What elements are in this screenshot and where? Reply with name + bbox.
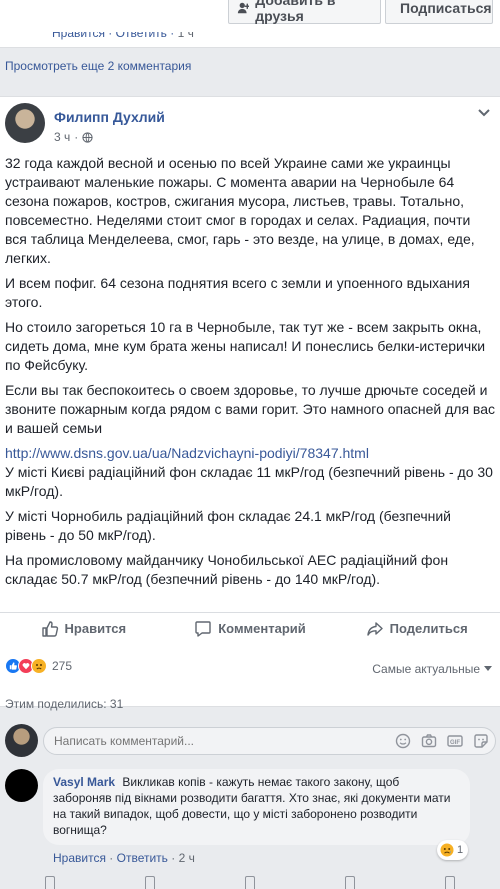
prev-time: 1 ч (177, 26, 194, 40)
comment-input[interactable] (54, 728, 374, 754)
comment-label: Комментарий (218, 621, 306, 636)
camera-icon[interactable] (421, 733, 437, 749)
comment-button[interactable]: Комментарий (167, 613, 334, 644)
next-content-peek (0, 876, 500, 889)
view-more-comments-link[interactable]: Просмотреть еще 2 комментария (5, 59, 191, 73)
post-actions: Нравится Комментарий Поделиться (0, 612, 500, 644)
svg-text:GIF: GIF (450, 740, 460, 746)
sad-reaction-icon (31, 658, 47, 674)
thumbs-up-icon (41, 620, 58, 637)
post-body: 32 года каждой весной и осенью по всей У… (5, 154, 495, 595)
cut-icon (145, 876, 155, 889)
follow-label: Подписаться (400, 0, 492, 16)
like-label: Нравится (64, 621, 127, 636)
commenter-avatar[interactable] (5, 769, 38, 802)
author-name[interactable]: Филипп Духлий (54, 109, 165, 125)
comment-reaction-badge[interactable]: 1 (437, 840, 469, 860)
commenter-name[interactable]: Vasyl Mark (53, 775, 115, 789)
comment-composer: GIF (43, 727, 496, 755)
shares-count-link[interactable]: Этим поделились: 31 (5, 697, 123, 711)
sort-label: Самые актуальные (372, 662, 480, 676)
post-paragraph: И всем пофиг. 64 сезона поднятия всего с… (5, 275, 470, 310)
cut-icon (45, 876, 55, 889)
prev-like-link[interactable]: Нравится (52, 32, 105, 40)
cut-icon (445, 876, 455, 889)
post-paragraph: 32 года каждой весной и осенью по всей У… (5, 155, 475, 266)
prev-reply-link[interactable]: Ответить (116, 32, 167, 40)
post-paragraph: Если вы так беспокоитесь о своем здоровь… (5, 382, 495, 436)
sad-reaction-icon (440, 843, 454, 857)
caret-down-icon (484, 666, 492, 671)
gif-icon[interactable]: GIF (447, 733, 463, 749)
composer-tools: GIF (395, 733, 489, 749)
chevron-down-icon[interactable] (478, 109, 490, 117)
npp-radiation-text: На промисловому майданчику Чонобильської… (5, 552, 449, 587)
follow-button[interactable]: Подписаться (385, 0, 493, 24)
page: Добавить в друзья Подписаться Нравится ·… (0, 0, 500, 889)
cut-icon (245, 876, 255, 889)
my-avatar (5, 724, 38, 757)
post-link-block: http://www.dsns.gov.ua/ua/Nadzvichayni-p… (5, 444, 495, 501)
chornobyl-radiation-text: У місті Чорнобиль радіаційний фон склада… (5, 508, 451, 543)
dsns-link[interactable]: http://www.dsns.gov.ua/ua/Nadzvichayni-p… (5, 445, 369, 461)
sticker-icon[interactable] (473, 733, 489, 749)
comment-time[interactable]: 2 ч (179, 851, 195, 865)
author-avatar[interactable] (5, 103, 45, 143)
globe-icon (82, 131, 93, 143)
emoji-icon[interactable] (395, 733, 411, 749)
like-button[interactable]: Нравится (0, 613, 167, 644)
add-friend-icon (237, 2, 250, 14)
add-friend-label: Добавить в друзья (255, 0, 336, 24)
share-label: Поделиться (389, 621, 468, 636)
comment-icon (195, 620, 211, 637)
post-time[interactable]: 3 ч (54, 130, 70, 144)
reaction-count: 275 (52, 659, 73, 673)
comment-like-link[interactable]: Нравится (53, 851, 106, 865)
reactions-summary[interactable]: 275 (5, 658, 72, 674)
comment-sort-dropdown[interactable]: Самые актуальные (372, 662, 492, 676)
add-friend-button[interactable]: Добавить в друзья (228, 0, 381, 24)
profile-actions-bar: Добавить в друзья Подписаться Нравится ·… (0, 0, 500, 48)
comment-reply-link[interactable]: Ответить (117, 851, 168, 865)
kyiv-radiation-text: У місті Києві радіаційний фон складає 11… (5, 464, 493, 499)
previous-comment-actions: Нравится · Ответить · 1 ч (52, 26, 194, 40)
share-button[interactable]: Поделиться (333, 613, 500, 644)
comment-bubble: Vasyl Mark Викликав копів - кажуть немає… (43, 769, 470, 845)
cut-icon (345, 876, 355, 889)
comment-reaction-count: 1 (457, 844, 464, 856)
post-meta: 3 ч · (54, 130, 93, 144)
comment-actions: Нравится · Ответить · 2 ч (53, 851, 195, 865)
share-icon (366, 621, 383, 636)
post-card: Филипп Духлий 3 ч · 32 года каждой весно… (0, 96, 500, 707)
post-paragraph: Но стоило загореться 10 га в Чернобыле, … (5, 319, 486, 373)
